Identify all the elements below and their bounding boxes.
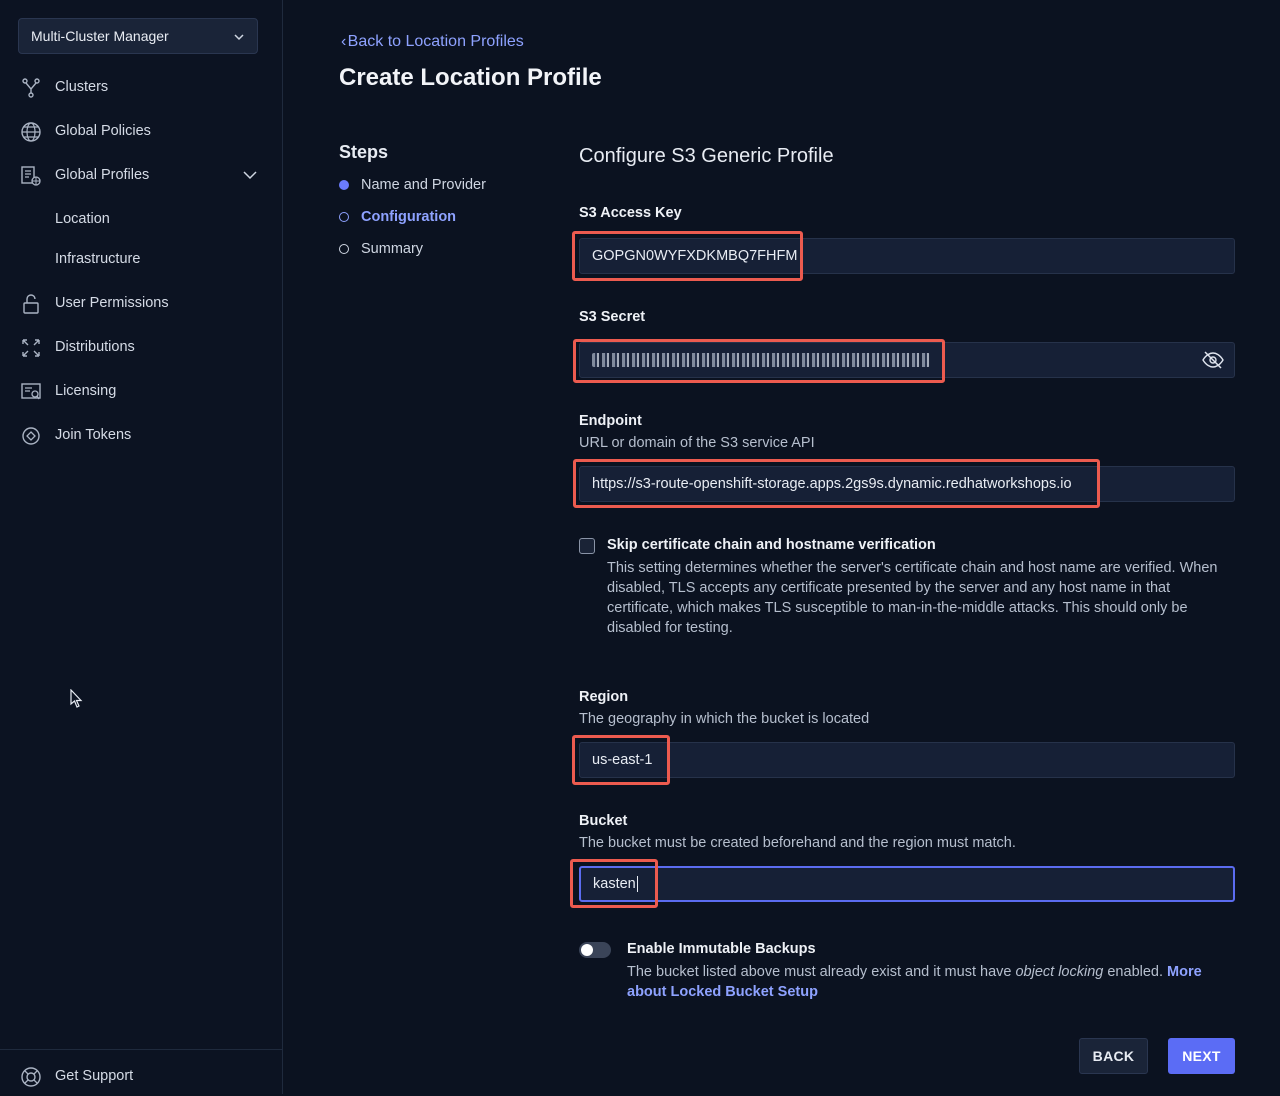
immutable-desc-emphasis: object locking xyxy=(1015,964,1104,980)
sidebar-item-global-profiles[interactable]: Global Profiles xyxy=(0,155,283,195)
cluster-selector-label: Multi-Cluster Manager xyxy=(31,28,169,44)
license-icon xyxy=(21,383,41,400)
immutable-desc-text: The bucket listed above must already exi… xyxy=(627,964,1016,980)
bucket-help: The bucket must be created beforehand an… xyxy=(579,835,1016,851)
sidebar-item-label: User Permissions xyxy=(55,295,169,311)
cluster-selector[interactable]: Multi-Cluster Manager xyxy=(18,18,258,54)
endpoint-input[interactable]: https://s3-route-openshift-storage.apps.… xyxy=(579,466,1235,502)
form-title: Configure S3 Generic Profile xyxy=(579,145,834,167)
skip-verification-description: This setting determines whether the serv… xyxy=(607,560,1218,636)
text-caret xyxy=(636,876,638,892)
back-link-label: Back to Location Profiles xyxy=(347,33,524,50)
next-button[interactable]: NEXT xyxy=(1168,1038,1235,1074)
access-key-value: GOPGN0WYFXDKMBQ7FHFM xyxy=(592,248,798,264)
immutable-backups-toggle[interactable] xyxy=(579,942,611,958)
sidebar-subitem-location[interactable]: Location xyxy=(55,211,110,227)
step-current-icon xyxy=(339,212,349,222)
distribution-icon xyxy=(22,339,40,357)
step-complete-icon xyxy=(339,180,349,190)
step-label: Configuration xyxy=(361,209,457,225)
token-icon xyxy=(22,427,40,445)
immutable-desc-text-end: enabled. xyxy=(1103,964,1168,980)
sidebar-subitem-infrastructure[interactable]: Infrastructure xyxy=(55,251,140,267)
skip-verification-label: Skip certificate chain and hostname veri… xyxy=(607,537,936,553)
step-label: Summary xyxy=(361,241,424,257)
sidebar-item-label: Distributions xyxy=(55,339,135,355)
mouse-cursor-icon xyxy=(70,689,83,708)
endpoint-label: Endpoint xyxy=(579,413,642,429)
skip-verification-checkbox[interactable] xyxy=(579,538,595,554)
sidebar-item-label: Global Policies xyxy=(55,123,151,139)
sidebar-footer: Get Support xyxy=(0,1049,283,1094)
step-configuration[interactable]: Configuration xyxy=(339,209,456,225)
back-button[interactable]: BACK xyxy=(1079,1038,1148,1074)
sidebar-item-label: Licensing xyxy=(55,383,117,399)
region-input[interactable]: us-east-1 xyxy=(579,742,1235,778)
step-name-and-provider[interactable]: Name and Provider xyxy=(339,177,486,193)
immutable-backups-label: Enable Immutable Backups xyxy=(627,941,816,957)
eye-off-icon[interactable] xyxy=(1202,351,1224,369)
secret-label: S3 Secret xyxy=(579,309,646,325)
endpoint-value: https://s3-route-openshift-storage.apps.… xyxy=(592,476,1072,492)
chevron-down-icon[interactable] xyxy=(243,169,257,181)
access-key-label: S3 Access Key xyxy=(579,205,682,221)
clusters-icon xyxy=(22,78,40,98)
sidebar: Multi-Cluster Manager Clusters Global Po… xyxy=(0,0,283,1094)
profiles-icon xyxy=(21,166,41,186)
page-title: Create Location Profile xyxy=(339,64,602,91)
sidebar-item-label: Clusters xyxy=(55,79,109,95)
bucket-label: Bucket xyxy=(579,813,628,829)
region-label: Region xyxy=(579,689,629,705)
bucket-input[interactable]: kasten xyxy=(579,866,1235,902)
back-to-location-profiles-link[interactable]: ‹ Back to Location Profiles xyxy=(341,33,524,51)
toggle-knob xyxy=(581,944,593,956)
step-summary[interactable]: Summary xyxy=(339,241,423,257)
secret-value-obscured xyxy=(592,353,930,367)
bucket-value: kasten xyxy=(593,876,636,892)
sidebar-item-licensing[interactable]: Licensing xyxy=(0,371,283,411)
sidebar-item-global-policies[interactable]: Global Policies xyxy=(0,111,283,151)
chevron-down-icon xyxy=(234,34,244,41)
sidebar-item-join-tokens[interactable]: Join Tokens xyxy=(0,415,283,455)
globe-icon xyxy=(21,122,41,142)
sidebar-item-user-permissions[interactable]: User Permissions xyxy=(0,283,283,323)
lock-icon xyxy=(23,294,39,314)
immutable-backups-description: The bucket listed above must already exi… xyxy=(627,962,1227,1002)
sidebar-item-label: Join Tokens xyxy=(55,427,132,443)
step-label: Name and Provider xyxy=(361,177,486,193)
sidebar-item-clusters[interactable]: Clusters xyxy=(0,67,283,107)
secret-input[interactable] xyxy=(579,342,1235,378)
sidebar-item-label: Global Profiles xyxy=(55,167,150,183)
get-support-label: Get Support xyxy=(55,1068,134,1084)
lifebuoy-icon xyxy=(21,1067,41,1087)
sidebar-item-distributions[interactable]: Distributions xyxy=(0,327,283,367)
steps-title: Steps xyxy=(339,142,389,162)
region-help: The geography in which the bucket is loc… xyxy=(579,711,870,727)
access-key-input[interactable]: GOPGN0WYFXDKMBQ7FHFM xyxy=(579,238,1235,274)
get-support-link[interactable]: Get Support xyxy=(0,1056,283,1096)
step-pending-icon xyxy=(339,244,349,254)
region-value: us-east-1 xyxy=(592,752,653,768)
endpoint-help: URL or domain of the S3 service API xyxy=(579,435,815,451)
